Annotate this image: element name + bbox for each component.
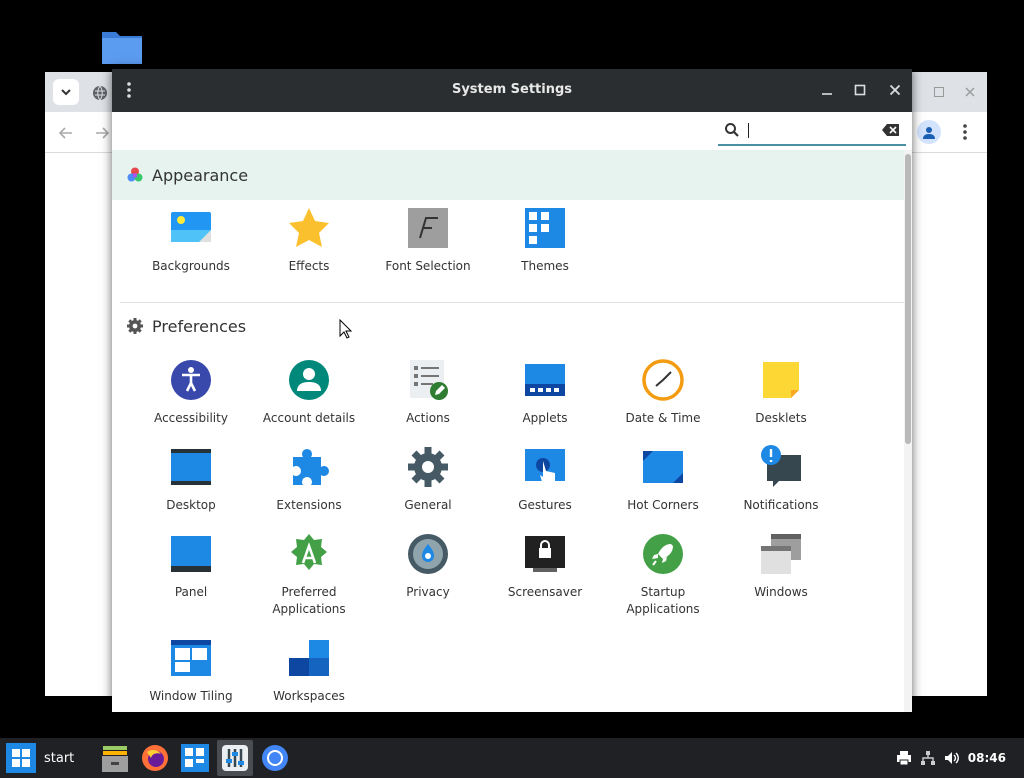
gestures-icon <box>525 449 565 485</box>
puzzle-icon <box>293 449 329 485</box>
section-header-appearance: Appearance <box>112 150 904 200</box>
file-manager-icon <box>102 746 128 772</box>
settings-app-icon <box>222 745 248 771</box>
back-arrow-icon[interactable] <box>55 122 77 144</box>
taskbar-file-manager[interactable] <box>97 740 133 776</box>
setting-desktop[interactable]: Desktop <box>132 445 250 514</box>
window-title: System Settings <box>451 82 573 97</box>
setting-window-tiling[interactable]: Window Tiling <box>132 636 250 705</box>
minimize-button[interactable] <box>816 79 838 101</box>
forward-arrow-icon[interactable] <box>91 122 113 144</box>
workspaces-icon <box>289 640 329 676</box>
chromium-icon <box>262 745 288 771</box>
taskbar-firefox[interactable] <box>137 740 173 776</box>
themes-grid-icon <box>525 208 565 248</box>
setting-preferred-applications[interactable]: Preferred Applications <box>250 532 368 618</box>
maximize-button[interactable] <box>849 79 871 101</box>
search-input[interactable] <box>746 121 880 141</box>
setting-privacy[interactable]: Privacy <box>369 532 487 601</box>
search-icon <box>725 123 739 137</box>
start-button[interactable]: start <box>0 738 74 778</box>
section-title: Appearance <box>152 165 249 185</box>
clear-search-icon[interactable] <box>882 123 900 137</box>
taskbar-settings[interactable] <box>217 740 253 776</box>
clock-icon <box>642 359 684 401</box>
gear-icon <box>408 447 448 487</box>
setting-windows[interactable]: Windows <box>722 532 840 601</box>
app-grid-icon <box>181 744 209 772</box>
taskbar-app-grid[interactable] <box>177 740 213 776</box>
setting-actions[interactable]: Actions <box>369 358 487 427</box>
setting-accessibility[interactable]: Accessibility <box>132 358 250 427</box>
taskbar: start 08:46 <box>0 738 1024 778</box>
notification-icon <box>761 445 801 487</box>
windows-icon <box>761 534 801 574</box>
section-header-preferences: Preferences <box>112 302 904 350</box>
setting-panel[interactable]: Panel <box>132 532 250 601</box>
setting-screensaver[interactable]: Screensaver <box>486 532 604 601</box>
system-tray: 08:46 <box>896 738 1024 778</box>
sticky-note-icon <box>763 362 799 398</box>
system-settings-window: System Settings Appearance Backgrounds E… <box>112 69 912 712</box>
settings-content: Appearance Backgrounds Effects Font Sele… <box>112 150 912 712</box>
desktop-icon <box>171 449 211 485</box>
setting-font-selection[interactable]: Font Selection <box>369 206 487 275</box>
browser-menu-icon[interactable] <box>955 120 975 144</box>
start-label: start <box>44 750 75 766</box>
setting-startup-applications[interactable]: Startup Applications <box>604 532 722 618</box>
profile-avatar-icon[interactable] <box>917 120 941 144</box>
title-bar[interactable]: System Settings <box>112 69 912 112</box>
network-icon[interactable] <box>920 750 936 766</box>
screensaver-icon <box>525 536 565 572</box>
vertical-scrollbar[interactable] <box>904 150 912 712</box>
setting-effects[interactable]: Effects <box>250 206 368 275</box>
font-icon <box>408 208 448 248</box>
account-icon <box>289 360 329 400</box>
accessibility-icon <box>171 360 211 400</box>
mouse-pointer-icon <box>339 319 353 339</box>
scrollbar-thumb[interactable] <box>905 154 911 444</box>
setting-account-details[interactable]: Account details <box>250 358 368 427</box>
section-title: Preferences <box>152 316 247 336</box>
setting-gestures[interactable]: Gestures <box>486 445 604 514</box>
preferred-apps-icon <box>291 534 327 570</box>
window-tiling-icon <box>171 640 211 676</box>
volume-icon[interactable] <box>944 750 960 766</box>
close-button[interactable] <box>884 79 906 101</box>
applets-icon <box>525 364 565 396</box>
rocket-icon <box>643 534 683 574</box>
browser-maximize-button[interactable] <box>929 82 949 102</box>
appearance-icon <box>127 167 143 182</box>
firefox-icon <box>142 745 168 771</box>
setting-backgrounds[interactable]: Backgrounds <box>132 206 250 275</box>
star-icon <box>289 208 329 247</box>
setting-applets[interactable]: Applets <box>486 358 604 427</box>
globe-icon <box>89 82 111 104</box>
taskbar-chromium[interactable] <box>257 740 293 776</box>
backgrounds-icon <box>171 212 211 242</box>
setting-date-time[interactable]: Date & Time <box>604 358 722 427</box>
browser-close-button[interactable] <box>960 82 980 102</box>
windows-logo-icon <box>6 743 36 773</box>
privacy-icon <box>408 534 448 574</box>
printer-icon[interactable] <box>896 750 912 766</box>
gear-icon <box>127 318 143 334</box>
setting-notifications[interactable]: Notifications <box>722 445 840 514</box>
tab-list-button[interactable] <box>53 79 79 105</box>
text-cursor <box>748 123 749 138</box>
setting-themes[interactable]: Themes <box>486 206 604 275</box>
search-field[interactable] <box>718 118 906 146</box>
desktop-folder-icon[interactable] <box>100 28 144 68</box>
clock[interactable]: 08:46 <box>968 751 1006 765</box>
setting-general[interactable]: General <box>369 445 487 514</box>
setting-extensions[interactable]: Extensions <box>250 445 368 514</box>
actions-icon <box>410 360 448 400</box>
setting-desklets[interactable]: Desklets <box>722 358 840 427</box>
hot-corners-icon <box>643 451 683 483</box>
setting-hot-corners[interactable]: Hot Corners <box>604 445 722 514</box>
panel-icon <box>171 536 211 572</box>
setting-workspaces[interactable]: Workspaces <box>250 636 368 705</box>
search-bar <box>112 112 912 150</box>
